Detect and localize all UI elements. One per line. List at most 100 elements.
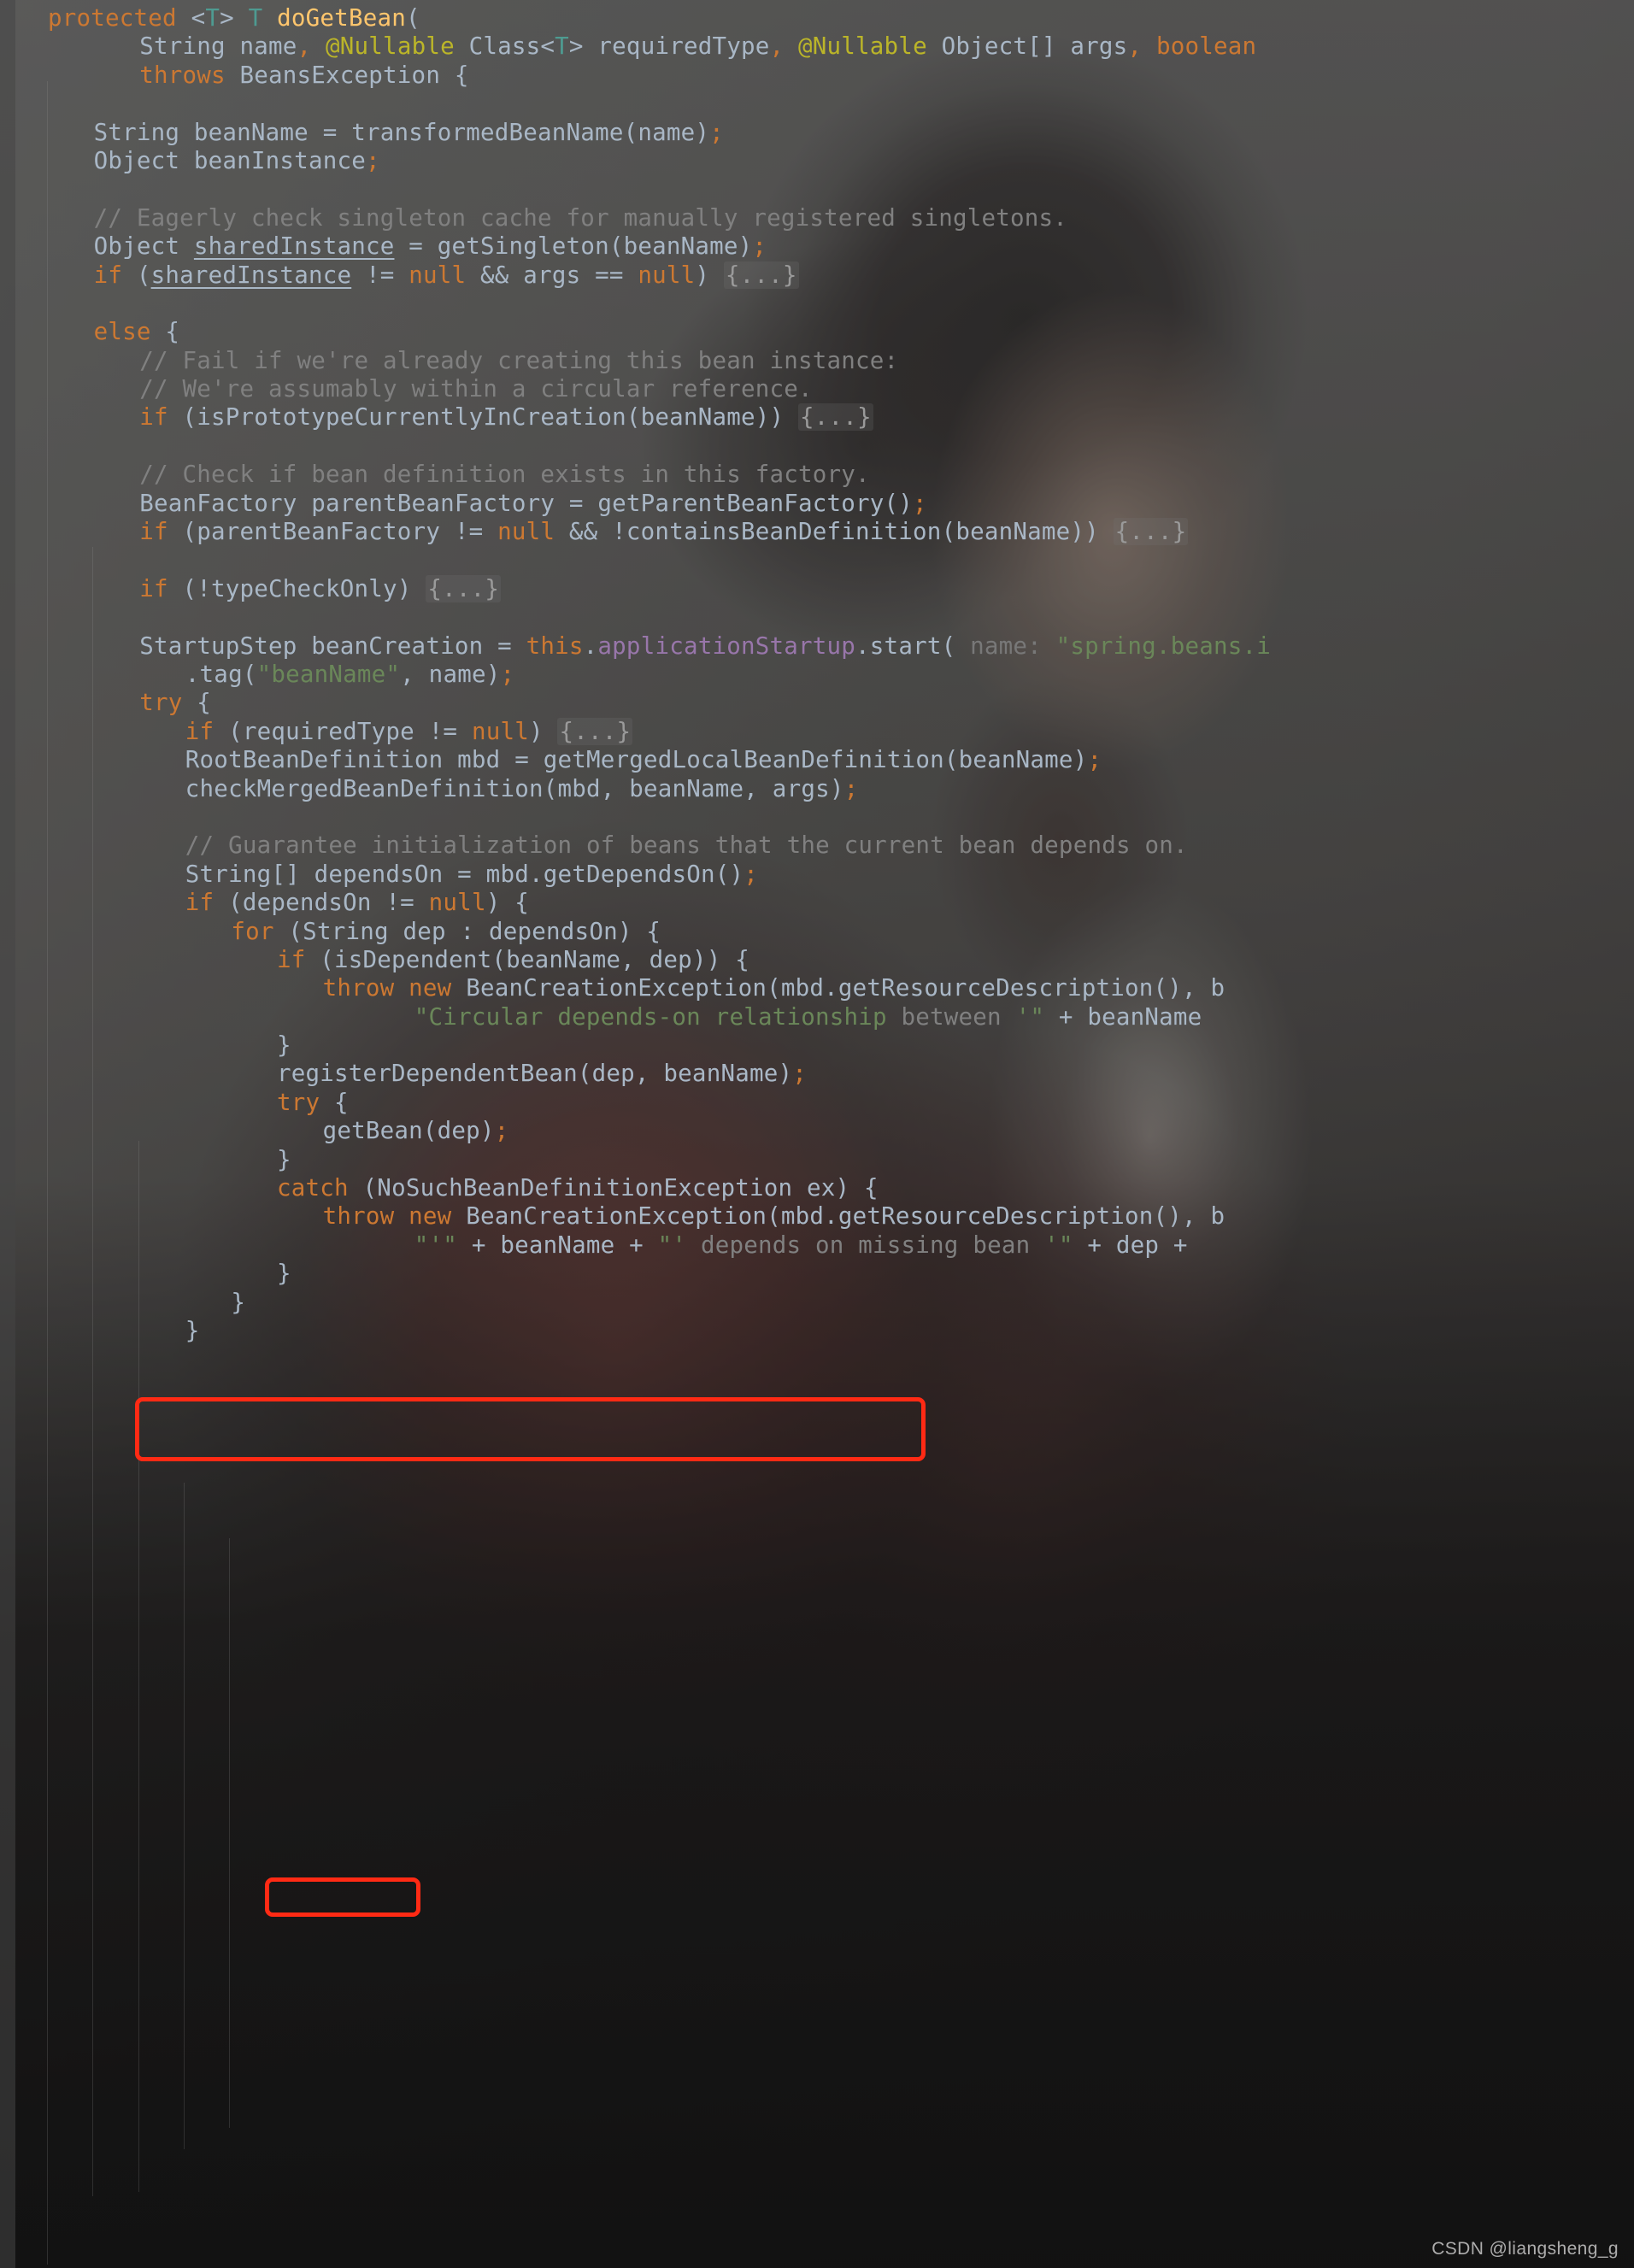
code-line[interactable] xyxy=(0,175,1634,203)
code-line[interactable]: // Eagerly check singleton cache for man… xyxy=(0,204,1634,232)
code-token: ) xyxy=(695,261,724,289)
code-line[interactable]: // Fail if we're already creating this b… xyxy=(0,347,1634,375)
code-line[interactable]: String beanName = transformedBeanName(na… xyxy=(0,119,1634,147)
code-line[interactable]: throws BeansException { xyxy=(0,62,1634,90)
code-token: T xyxy=(205,4,220,32)
code-line[interactable]: } xyxy=(0,1317,1634,1345)
code-line[interactable]: for (String dep : dependsOn) { xyxy=(0,918,1634,946)
code-token: name: xyxy=(955,632,1056,660)
code-line[interactable]: BeanFactory parentBeanFactory = getParen… xyxy=(0,490,1634,518)
code-line[interactable]: if (!typeCheckOnly) {...} xyxy=(0,574,1634,603)
code-token: + beanName xyxy=(1044,1002,1202,1031)
code-token: {...} xyxy=(723,261,799,289)
code-token: {...} xyxy=(557,717,633,745)
code-line[interactable]: catch (NoSuchBeanDefinitionException ex)… xyxy=(0,1174,1634,1202)
code-line[interactable]: String[] dependsOn = mbd.getDependsOn(); xyxy=(0,861,1634,889)
code-token: ; xyxy=(744,860,759,888)
code-token: } xyxy=(277,1260,291,1288)
code-line[interactable]: // We're assumably within a circular ref… xyxy=(0,375,1634,403)
code-token: > requiredType xyxy=(568,32,770,61)
code-line[interactable]: throw new BeanCreationException(mbd.getR… xyxy=(0,1202,1634,1231)
code-token: ; xyxy=(494,1117,509,1145)
code-line[interactable] xyxy=(0,290,1634,318)
code-line[interactable]: if (requiredType != null) {...} xyxy=(0,717,1634,746)
code-token: registerDependentBean(dep, beanName) xyxy=(277,1060,793,1088)
code-line[interactable]: if (dependsOn != null) { xyxy=(0,889,1634,917)
code-content[interactable]: protected <T> T doGetBean(String name, @… xyxy=(0,0,1634,2268)
code-token: && !containsBeanDefinition(beanName)) xyxy=(555,518,1114,546)
code-line[interactable]: "'" + beanName + "' depends on missing b… xyxy=(0,1231,1634,1260)
code-token: '" xyxy=(1044,1231,1073,1259)
code-token: @Nullable xyxy=(326,32,455,61)
code-line[interactable]: throw new BeanCreationException(mbd.getR… xyxy=(0,974,1634,1002)
code-token: { xyxy=(150,318,180,346)
code-token: null xyxy=(428,889,486,917)
code-line[interactable]: Object sharedInstance = getSingleton(bea… xyxy=(0,232,1634,261)
code-line[interactable] xyxy=(0,546,1634,574)
code-token: null xyxy=(408,261,467,289)
code-token: null xyxy=(638,261,696,289)
code-line[interactable]: if (parentBeanFactory != null && !contai… xyxy=(0,518,1634,546)
code-token: doGetBean xyxy=(277,4,406,32)
code-line[interactable]: } xyxy=(0,1146,1634,1174)
code-token: if xyxy=(185,889,215,917)
code-token: catch xyxy=(277,1174,349,1202)
code-line[interactable] xyxy=(0,803,1634,831)
code-token: throw xyxy=(322,1202,395,1231)
code-line[interactable] xyxy=(0,603,1634,632)
code-token: // Eagerly check singleton cache for man… xyxy=(93,203,1068,232)
code-line[interactable]: RootBeanDefinition mbd = getMergedLocalB… xyxy=(0,746,1634,774)
code-token: // We're assumably within a circular ref… xyxy=(139,375,813,403)
code-token: {...} xyxy=(798,403,873,432)
code-line[interactable]: if (isDependent(beanName, dep)) { xyxy=(0,946,1634,974)
code-token: // Check if bean definition exists in th… xyxy=(139,461,870,489)
code-line[interactable]: if (sharedInstance != null && args == nu… xyxy=(0,261,1634,290)
code-line[interactable]: else { xyxy=(0,318,1634,346)
code-token: ; xyxy=(500,660,515,688)
code-line[interactable]: try { xyxy=(0,1089,1634,1117)
code-token: ; xyxy=(752,232,767,261)
code-token: boolean xyxy=(1155,32,1257,61)
code-token: sharedInstance xyxy=(150,261,352,289)
code-editor[interactable]: protected <T> T doGetBean(String name, @… xyxy=(0,0,1634,2268)
code-token: Class< xyxy=(454,32,555,61)
code-line[interactable]: Object beanInstance; xyxy=(0,147,1634,175)
code-line[interactable] xyxy=(0,432,1634,461)
code-token: { xyxy=(182,689,211,717)
code-line[interactable]: try { xyxy=(0,689,1634,717)
code-token: ( xyxy=(405,4,420,32)
code-token: else xyxy=(93,318,151,346)
code-line[interactable]: } xyxy=(0,1260,1634,1288)
code-line[interactable]: registerDependentBean(dep, beanName); xyxy=(0,1060,1634,1088)
code-token: b xyxy=(1210,974,1226,1002)
code-line[interactable] xyxy=(0,90,1634,118)
code-line[interactable]: getBean(dep); xyxy=(0,1117,1634,1145)
code-line[interactable]: if (isPrototypeCurrentlyInCreation(beanN… xyxy=(0,403,1634,432)
code-line[interactable]: protected <T> T doGetBean( xyxy=(0,4,1634,32)
code-line[interactable]: checkMergedBeanDefinition(mbd, beanName,… xyxy=(0,775,1634,803)
code-line[interactable]: } xyxy=(0,1289,1634,1317)
code-line[interactable]: // Check if bean definition exists in th… xyxy=(0,461,1634,489)
code-line[interactable]: String name, @Nullable Class<T> required… xyxy=(0,32,1634,61)
code-token: , xyxy=(769,32,799,61)
code-token: StartupStep beanCreation = xyxy=(139,632,526,660)
code-token: // Guarantee initialization of beans tha… xyxy=(185,831,1188,860)
code-token: ) xyxy=(528,717,558,745)
code-token: throw xyxy=(322,974,395,1002)
code-token: (!typeCheckOnly) xyxy=(168,574,426,602)
code-token: && args == xyxy=(466,261,638,289)
code-token: (dependsOn != xyxy=(214,889,429,917)
code-token: null xyxy=(497,518,555,546)
code-line[interactable]: // Guarantee initialization of beans tha… xyxy=(0,831,1634,860)
code-token: = getSingleton(beanName) xyxy=(394,232,753,261)
code-token: , xyxy=(297,32,326,61)
code-line[interactable]: "Circular depends-on relationship betwee… xyxy=(0,1003,1634,1031)
code-token: String name xyxy=(139,32,297,61)
code-line[interactable]: .tag("beanName", name); xyxy=(0,661,1634,689)
code-line[interactable]: } xyxy=(0,1031,1634,1060)
code-token: , name) xyxy=(400,660,501,688)
code-token: if xyxy=(93,261,123,289)
code-line[interactable]: StartupStep beanCreation = this.applicat… xyxy=(0,632,1634,661)
